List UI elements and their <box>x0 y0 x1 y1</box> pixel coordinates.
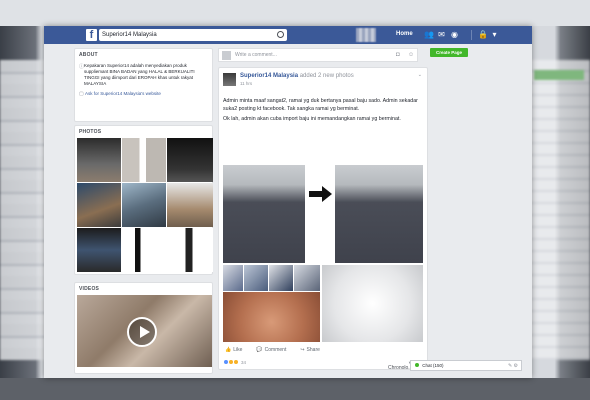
chat-bar[interactable]: Chat (150) ✎ ⚙ <box>410 360 522 371</box>
photos-title: PHOTOS <box>79 129 102 135</box>
camera-icon[interactable]: ◘ <box>396 52 400 58</box>
reaction-count: 34 <box>241 359 247 365</box>
post-photo-small[interactable] <box>294 265 320 291</box>
arrow-right-icon <box>309 191 323 197</box>
wow-reaction-icon <box>233 359 239 365</box>
post-added-text: added 2 new photos <box>299 73 354 79</box>
photo-thumbnail[interactable] <box>167 138 213 182</box>
background-left-page <box>0 60 46 360</box>
online-dot-icon <box>415 363 419 367</box>
comment-icon: 💬 <box>256 347 263 353</box>
post-timestamp[interactable]: 11 hrs <box>240 81 252 86</box>
settings-icon[interactable]: ▾ <box>490 30 499 39</box>
website-link[interactable]: Ask for Superior14 Malaysia's website <box>85 91 161 97</box>
about-link-row: ▢ Ask for Superior14 Malaysia's website <box>75 89 212 99</box>
video-thumbnail[interactable] <box>77 295 212 367</box>
post-photo-after[interactable] <box>335 165 423 263</box>
about-description: Kepakaran Superior14 adalah menyediakan … <box>84 63 195 86</box>
background-bottom <box>0 378 590 400</box>
page-name-link[interactable]: Superior14 Malaysia <box>240 73 298 79</box>
user-avatar <box>222 51 231 60</box>
share-button[interactable]: ↪ Share <box>300 347 320 353</box>
post-paragraph: Admin minta maaf sangat2, ramai yg duk b… <box>223 98 418 112</box>
post-photo-before[interactable] <box>223 165 305 263</box>
background-right-page <box>528 60 590 360</box>
post-paragraph: Ok lah, admin akan cuba import baju ini … <box>223 116 401 122</box>
comment-label: Comment <box>264 347 287 353</box>
arrow-head <box>322 186 332 202</box>
like-label: Like <box>233 347 243 353</box>
create-page-button[interactable]: Create Page <box>430 48 468 57</box>
post-photo-torso[interactable] <box>223 292 320 342</box>
photo-thumbnail[interactable] <box>122 138 166 182</box>
arrow-panel <box>305 165 335 263</box>
like-icon: 👍 <box>225 347 232 353</box>
reactions-summary[interactable]: 34 <box>223 359 246 365</box>
photos-card: PHOTOS <box>74 125 213 275</box>
facebook-logo[interactable]: f <box>86 29 97 41</box>
post-body: Admin minta maaf sangat2, ramai yg duk b… <box>223 98 425 127</box>
about-title: ABOUT <box>79 52 98 58</box>
photo-thumbnail[interactable] <box>122 183 166 227</box>
home-link[interactable]: Home <box>396 31 413 37</box>
photos-grid <box>77 138 213 272</box>
like-button[interactable]: 👍 Like <box>225 347 242 353</box>
search-icon[interactable] <box>277 31 284 38</box>
globe-icon[interactable]: ◉ <box>450 30 459 39</box>
post-header: Superior14 Malaysia added 2 new photos <box>240 73 354 79</box>
top-bar: f Superior14 Malaysia Home 👥 ✉ ◉ 🔒 ▾ <box>44 26 532 44</box>
composer-placeholder: Write a comment... <box>235 52 277 58</box>
divider <box>471 30 472 40</box>
photo-thumbnail[interactable] <box>122 228 166 272</box>
share-icon: ↪ <box>300 347 305 353</box>
photo-thumbnail[interactable] <box>77 138 121 182</box>
about-description-row: ⓘ Kepakaran Superior14 adalah menyediaka… <box>75 61 212 89</box>
chevron-down-icon[interactable]: ⌄ <box>418 72 422 78</box>
emoji-icon[interactable]: ☺ <box>408 52 414 58</box>
friends-icon[interactable]: 👥 <box>424 30 434 39</box>
chat-label: Chat (150) <box>422 363 444 368</box>
background-top <box>0 0 590 26</box>
background-green-button <box>534 70 584 80</box>
play-button[interactable] <box>127 317 157 347</box>
post-actions: 👍 Like 💬 Comment ↪ Share <box>225 347 320 353</box>
lock-icon[interactable]: 🔒 <box>478 30 488 39</box>
about-card: ABOUT ⓘ Kepakaran Superior14 adalah meny… <box>74 48 213 122</box>
page-avatar[interactable] <box>223 73 236 86</box>
search-input[interactable]: Superior14 Malaysia <box>99 29 287 41</box>
search-value: Superior14 Malaysia <box>102 32 157 38</box>
chronological-label[interactable]: Chronolo... <box>388 365 412 371</box>
videos-card: VIDEOS <box>74 282 213 374</box>
share-label: Share <box>306 347 320 353</box>
post-photo-vest[interactable] <box>322 265 423 342</box>
post-photo-small[interactable] <box>223 265 243 291</box>
photo-thumbnail[interactable] <box>167 183 213 227</box>
messages-icon[interactable]: ✉ <box>437 30 446 39</box>
photo-thumbnail[interactable] <box>167 228 213 272</box>
profile-avatar[interactable] <box>356 28 376 42</box>
comment-composer[interactable]: Write a comment... ◘ ☺ <box>218 48 418 62</box>
comment-button[interactable]: 💬 Comment <box>256 347 286 353</box>
photo-thumbnail[interactable] <box>77 228 121 272</box>
post-card: Superior14 Malaysia added 2 new photos 1… <box>218 67 428 370</box>
photo-thumbnail[interactable] <box>77 183 121 227</box>
post-photo-small[interactable] <box>244 265 268 291</box>
play-icon <box>140 326 150 338</box>
post-photo-small[interactable] <box>269 265 293 291</box>
videos-title: VIDEOS <box>79 286 100 292</box>
facebook-window: f Superior14 Malaysia Home 👥 ✉ ◉ 🔒 ▾ ABO… <box>44 26 532 378</box>
chat-options-icon[interactable]: ✎ ⚙ <box>508 363 518 369</box>
